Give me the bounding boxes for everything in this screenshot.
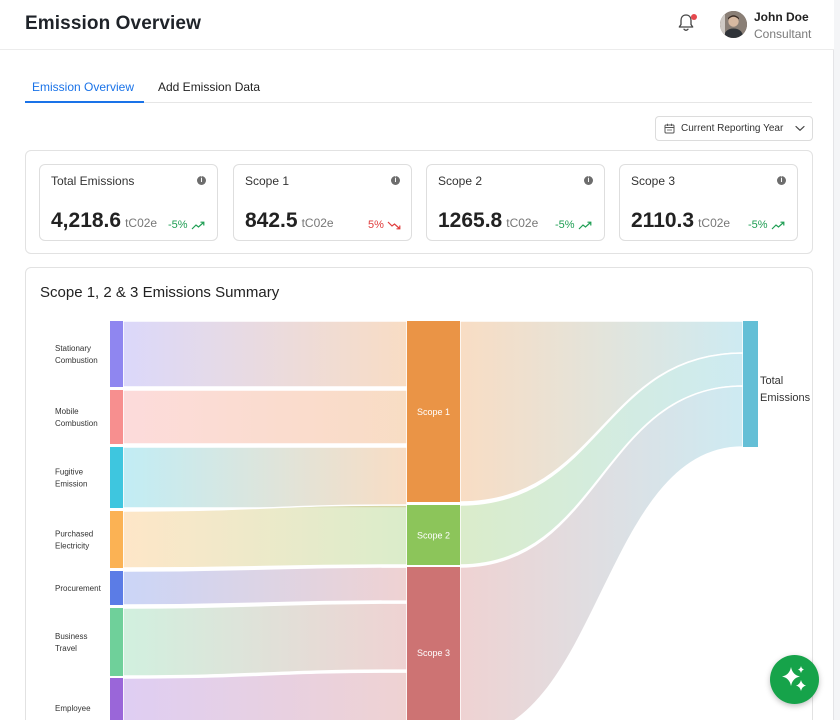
kpi-number: 4,218.6 <box>51 209 122 232</box>
trend-down-icon <box>771 221 785 230</box>
sankey-link-source-scope <box>122 671 408 720</box>
sankey-node-source <box>110 390 123 444</box>
sankey-link-source-scope <box>122 566 408 606</box>
sankey-link-source-scope <box>122 602 408 677</box>
kpi-card-scope2: Scope 2 i 1265.8 tC02e -5% <box>426 164 605 241</box>
tab-bar: Emission Overview Add Emission Data <box>25 76 812 103</box>
kpi-delta-value: -5% <box>168 219 188 231</box>
top-header: Emission Overview John Doe Consultant <box>0 0 834 50</box>
trend-up-icon <box>387 221 401 229</box>
sankey-scope-label: Scope 3 <box>417 648 450 658</box>
sankey-source-label: Stationary Combustion <box>55 344 98 365</box>
page-title: Emission Overview <box>25 13 201 34</box>
kpi-card-total: Total Emissions i 4,218.6 tC02e -5% <box>39 164 218 241</box>
kpi-number: 842.5 <box>245 209 298 232</box>
reporting-period-select[interactable]: Current Reporting Year <box>655 116 813 141</box>
kpi-title: Scope 1 <box>245 174 290 188</box>
sankey-source-label: Purchased Electricity <box>55 530 93 551</box>
sankey-node-source <box>110 321 123 387</box>
info-icon[interactable]: i <box>777 176 786 185</box>
notifications-button[interactable] <box>677 13 697 35</box>
ai-assistant-button[interactable] <box>770 655 819 704</box>
kpi-unit: tC02e <box>698 216 731 230</box>
kpi-delta: -5% <box>168 219 205 231</box>
sankey-node-source <box>110 678 123 720</box>
kpi-unit: tC02e <box>301 216 334 230</box>
sankey-node-target <box>743 321 758 447</box>
kpi-number: 2110.3 <box>631 209 695 232</box>
sankey-source-label: Business Travel <box>55 632 87 653</box>
kpi-delta-value: -5% <box>748 219 768 231</box>
kpi-title: Total Emissions <box>51 174 135 188</box>
kpi-unit: tC02e <box>506 216 539 230</box>
sankey-diagram: Stationary Combustion Mobile Combustion Fugi… <box>55 320 811 720</box>
sankey-node-source <box>110 571 123 605</box>
tab-emission-overview[interactable]: Emission Overview <box>32 80 134 94</box>
calendar-icon <box>664 123 675 134</box>
kpi-value: 4,218.6 tC02e <box>51 209 157 233</box>
sparkles-icon <box>782 666 806 691</box>
trend-down-icon <box>578 221 592 230</box>
tab-add-emission-data[interactable]: Add Emission Data <box>158 80 260 94</box>
info-icon[interactable]: i <box>197 176 206 185</box>
kpi-delta: -5% <box>748 219 785 231</box>
active-tab-indicator <box>25 101 144 103</box>
kpi-value: 1265.8 tC02e <box>438 209 538 233</box>
user-role: Consultant <box>754 27 812 41</box>
sankey-scope-label: Scope 1 <box>417 407 450 417</box>
sankey-link-source-scope <box>122 320 408 388</box>
reporting-period-value: Current Reporting Year <box>681 123 784 134</box>
kpi-card-scope1: Scope 1 i 842.5 tC02e 5% <box>233 164 412 241</box>
sankey-scope-label: Scope 2 <box>417 531 450 541</box>
avatar[interactable] <box>720 11 747 38</box>
info-icon[interactable]: i <box>391 176 400 185</box>
kpi-delta: 5% <box>368 219 401 231</box>
sankey-link-source-scope <box>122 446 408 509</box>
notification-badge <box>691 14 697 20</box>
info-icon[interactable]: i <box>584 176 593 185</box>
sankey-target-label: Total Emissions <box>760 375 811 404</box>
avatar-image <box>720 11 747 38</box>
kpi-delta-value: 5% <box>368 219 384 231</box>
sankey-node-source <box>110 511 123 568</box>
sankey-source-label: Employee <box>55 704 91 713</box>
kpi-delta: -5% <box>555 219 592 231</box>
kpi-value: 842.5 tC02e <box>245 209 334 233</box>
kpi-title: Scope 2 <box>438 174 483 188</box>
sankey-source-label: Procurement <box>55 584 102 593</box>
kpi-title: Scope 3 <box>631 174 676 188</box>
kpi-delta-value: -5% <box>555 219 575 231</box>
kpi-number: 1265.8 <box>438 209 503 232</box>
kpi-card-scope3: Scope 3 i 2110.3 tC02e -5% <box>619 164 798 241</box>
sankey-node-source <box>110 608 123 676</box>
trend-down-icon <box>191 221 205 230</box>
kpi-unit: tC02e <box>125 216 158 230</box>
app-frame: Emission Overview John Doe Consultant Em… <box>0 0 834 720</box>
sankey-node-source <box>110 447 123 508</box>
user-name: John Doe <box>754 10 809 24</box>
sankey-node-scope <box>407 567 460 720</box>
emissions-summary-panel: Scope 1, 2 & 3 Emissions Summary Station… <box>25 267 813 720</box>
sankey-link-source-scope <box>122 389 408 445</box>
sankey-link-source-scope <box>122 504 408 569</box>
kpi-cards: Total Emissions i 4,218.6 tC02e -5% Scope… <box>25 150 813 254</box>
sankey-source-label: Fugitive Emission <box>55 468 87 489</box>
sankey-source-label: Mobile Combustion <box>55 407 98 428</box>
chevron-down-icon <box>795 125 805 131</box>
kpi-value: 2110.3 tC02e <box>631 209 730 233</box>
